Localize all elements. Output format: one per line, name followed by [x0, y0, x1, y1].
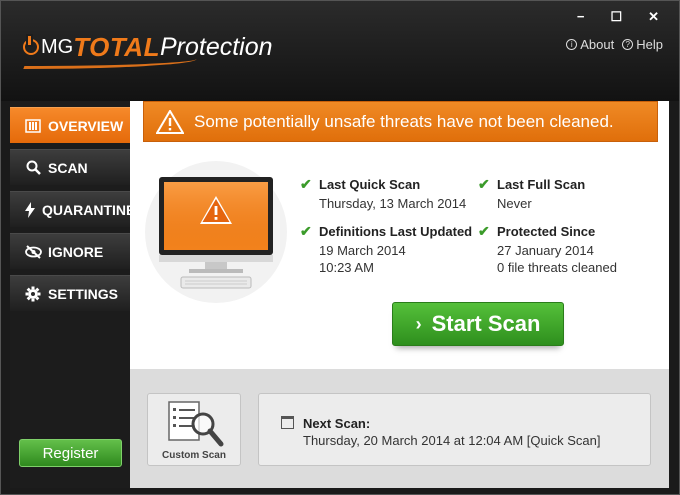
status-protected-since: ✔ Protected Since 27 January 2014 0 file … — [478, 223, 617, 275]
check-icon: ✔ — [300, 223, 312, 239]
gear-icon — [24, 286, 42, 302]
threat-alert-banner: Some potentially unsafe threats have not… — [143, 101, 658, 142]
alert-text: Some potentially unsafe threats have not… — [194, 111, 614, 131]
calendar-icon — [281, 416, 294, 429]
sidebar-item-quarantine[interactable]: QUARANTINE — [10, 191, 130, 227]
status-definitions: ✔ Definitions Last Updated 19 March 2014 … — [300, 223, 473, 275]
info-icon: i — [566, 39, 578, 50]
custom-scan-icon — [168, 401, 224, 447]
sidebar: OVERVIEW SCAN QUARANTINE IGNORE SETTINGS — [10, 101, 130, 488]
register-button[interactable]: Register — [19, 439, 122, 467]
search-icon — [24, 160, 42, 176]
status-last-full-scan: ✔ Last Full Scan Never — [478, 176, 586, 211]
check-icon: ✔ — [478, 176, 490, 192]
monitor-illustration — [145, 161, 287, 303]
monitor-warning-icon — [159, 177, 273, 289]
minimize-button[interactable]: − — [577, 9, 585, 25]
check-icon: ✔ — [478, 223, 490, 239]
overview-icon — [24, 118, 42, 134]
maximize-button[interactable]: ☐ — [610, 9, 622, 25]
status-last-quick-scan: ✔ Last Quick Scan Thursday, 13 March 2014 — [300, 176, 467, 211]
overview-panel: Some potentially unsafe threats have not… — [130, 101, 669, 369]
help-links: i About ? Help — [566, 37, 663, 52]
title-bar: MG TOTAL Protection − ☐ ✕ i About ? Help — [1, 1, 679, 101]
chevron-right-icon: › — [415, 313, 422, 334]
check-icon: ✔ — [300, 176, 312, 192]
question-icon: ? — [622, 39, 634, 50]
sidebar-item-ignore[interactable]: IGNORE — [10, 233, 130, 269]
power-icon — [23, 36, 39, 55]
lightning-icon — [24, 201, 36, 218]
help-link[interactable]: ? Help — [622, 37, 663, 52]
start-scan-button[interactable]: › Start Scan — [392, 302, 564, 346]
logo-swoosh — [23, 59, 197, 69]
warning-icon — [156, 109, 184, 134]
custom-scan-button[interactable]: Custom Scan — [147, 393, 241, 466]
next-scan-info: Next Scan: Thursday, 20 March 2014 at 12… — [258, 393, 651, 466]
window-controls: − ☐ ✕ — [577, 9, 659, 25]
sidebar-item-settings[interactable]: SETTINGS — [10, 275, 130, 311]
eye-slash-icon — [24, 244, 42, 260]
sidebar-item-scan[interactable]: SCAN — [10, 149, 130, 185]
bottom-panel: Custom Scan Next Scan: Thursday, 20 Marc… — [130, 369, 669, 488]
close-button[interactable]: ✕ — [648, 9, 659, 25]
about-link[interactable]: i About — [566, 37, 614, 52]
sidebar-item-overview[interactable]: OVERVIEW — [10, 107, 130, 143]
app-window: MG TOTAL Protection − ☐ ✕ i About ? Help — [0, 0, 680, 495]
